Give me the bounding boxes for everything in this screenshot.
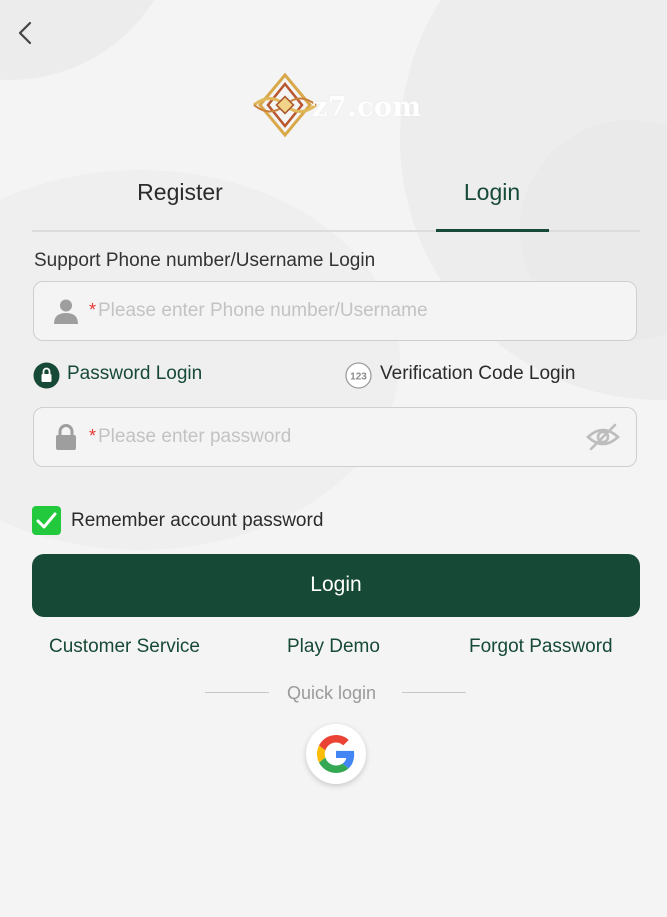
quick-login-label: Quick login	[287, 683, 377, 703]
password-field[interactable]: *	[33, 407, 637, 467]
tab-register[interactable]: Register	[92, 168, 268, 228]
eye-off-icon[interactable]	[586, 422, 620, 452]
remember-label: Remember account password	[71, 510, 324, 531]
chevron-left-icon	[18, 21, 32, 45]
divider-line	[205, 692, 269, 693]
padlock-icon	[56, 424, 76, 450]
lock-icon	[33, 362, 60, 389]
password-login-label: Password Login	[67, 363, 203, 384]
tab-login[interactable]: Login	[436, 168, 548, 228]
auth-tabs: Register Login	[32, 168, 640, 232]
123-icon: 123	[345, 362, 372, 389]
back-button[interactable]	[12, 18, 40, 48]
login-page: z7.com Register Login Support Phone numb…	[0, 0, 667, 917]
account-label: Support Phone number/Username Login	[34, 250, 376, 271]
play-demo-link[interactable]: Play Demo	[287, 636, 380, 658]
site-logo: z7.com	[250, 72, 425, 138]
google-login-button[interactable]	[306, 724, 366, 784]
google-icon	[317, 735, 355, 773]
password-input[interactable]	[98, 408, 598, 465]
svg-text:123: 123	[350, 372, 367, 383]
account-input[interactable]	[98, 282, 598, 339]
verification-code-login-label: Verification Code Login	[380, 363, 576, 384]
divider-line	[402, 692, 466, 693]
logo-emblem-icon	[253, 72, 317, 138]
active-tab-indicator	[436, 229, 549, 232]
user-icon	[54, 299, 78, 324]
required-mark: *	[89, 426, 97, 446]
remember-checkbox[interactable]	[32, 506, 61, 535]
logo-text: z7.com	[312, 92, 422, 123]
checkmark-icon	[36, 512, 57, 529]
account-field[interactable]: *	[33, 281, 637, 341]
login-button[interactable]: Login	[32, 554, 640, 617]
required-mark: *	[89, 300, 97, 320]
customer-service-link[interactable]: Customer Service	[49, 636, 200, 658]
forgot-password-link[interactable]: Forgot Password	[469, 636, 613, 658]
